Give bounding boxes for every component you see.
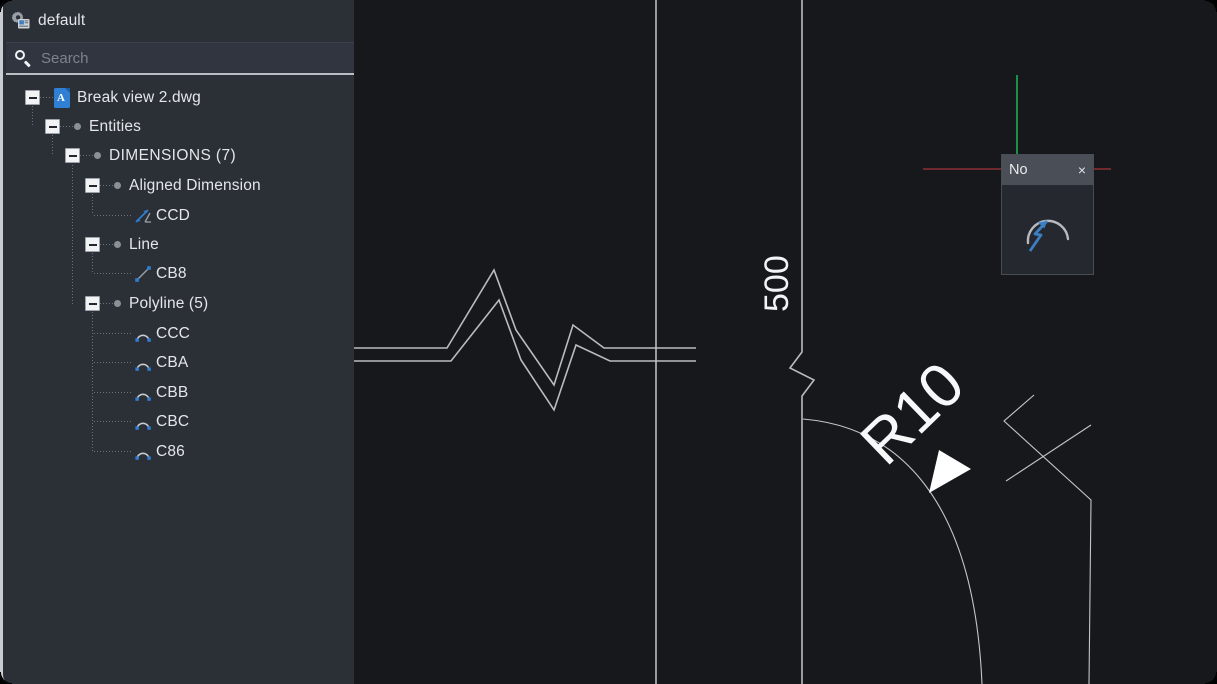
search-bar[interactable] <box>6 42 354 75</box>
tree-item-label: CBA <box>156 353 189 371</box>
tree-connector <box>94 333 132 334</box>
window-corner-tl <box>0 0 12 12</box>
cad-application-window: default A Break view 2.dwg <box>0 0 1217 684</box>
tree-item-break-view-2-dwg[interactable]: A Break view 2.dwg <box>25 83 201 112</box>
tree-connector <box>94 215 132 216</box>
collapse-toggle-icon[interactable] <box>25 90 40 105</box>
tree-item-label: Entities <box>89 117 142 135</box>
break-line-tool-icon[interactable] <box>1020 203 1076 257</box>
line-entity-icon <box>132 263 154 285</box>
tree-connector <box>100 244 114 245</box>
tree-node-dot-icon <box>114 241 121 248</box>
tree-node-dot-icon <box>94 152 101 159</box>
tree-node-dot-icon <box>74 123 81 130</box>
break-tool-panel[interactable]: No × <box>1001 154 1094 275</box>
collapse-toggle-icon[interactable] <box>85 178 100 193</box>
tree-item-cbc[interactable]: CBC <box>94 407 189 436</box>
leader-zigzag <box>1003 394 1092 684</box>
tree-connector <box>40 97 54 98</box>
tree-connector <box>94 451 132 452</box>
entities-sidebar-panel: default A Break view 2.dwg <box>0 0 354 684</box>
panel-title: default <box>38 12 86 29</box>
polyline-entity-icon <box>132 323 154 345</box>
tree-connector <box>100 303 114 304</box>
vertical-break-symbol <box>788 338 816 418</box>
break-tool-panel-titlebar[interactable]: No × <box>1002 155 1093 185</box>
tree-item-label: CCD <box>156 206 191 224</box>
tree-node-dot-icon <box>114 300 121 307</box>
collapse-toggle-icon[interactable] <box>85 296 100 311</box>
horizontal-break-lower <box>354 298 696 412</box>
tree-item-cba[interactable]: CBA <box>94 348 188 377</box>
window-corner-tr <box>1205 0 1217 12</box>
tree-item-aligned-dimension[interactable]: Aligned Dimension <box>85 171 261 200</box>
vertical-dimension-500-text: 500 <box>758 255 796 312</box>
search-input[interactable] <box>39 45 333 71</box>
tree-connector <box>60 126 74 127</box>
radius-dimension-r10-text: R10 <box>848 349 978 478</box>
break-tool-panel-title: No <box>1009 162 1028 178</box>
tree-connector <box>94 421 132 422</box>
settings-drawing-icon <box>11 11 31 31</box>
aligned-dimension-icon <box>132 205 154 227</box>
tree-node-dot-icon <box>114 182 121 189</box>
collapse-toggle-icon[interactable] <box>85 237 100 252</box>
collapse-toggle-icon[interactable] <box>45 119 60 134</box>
horizontal-break-upper <box>354 268 696 387</box>
tree-rail <box>72 156 73 304</box>
tree-connector <box>100 185 114 186</box>
entities-tree[interactable]: A Break view 2.dwg Entities DIMENSIONS (… <box>6 79 354 676</box>
panel-header: default <box>3 0 354 42</box>
tree-item-cbb[interactable]: CBB <box>94 378 188 407</box>
close-icon[interactable]: × <box>1077 163 1087 177</box>
tree-item-polyline[interactable]: Polyline (5) <box>85 289 208 318</box>
tree-item-label: CCC <box>156 324 191 342</box>
window-corner-bl <box>0 672 12 684</box>
tree-item-entities[interactable]: Entities <box>45 112 141 141</box>
radius-leader-arrowhead <box>929 450 971 493</box>
window-corner-br <box>1205 672 1217 684</box>
tree-connector <box>94 392 132 393</box>
tree-item-label: CB8 <box>156 264 187 282</box>
polyline-entity-icon <box>132 441 154 463</box>
tree-item-line[interactable]: Line <box>85 230 159 259</box>
leader-line-right <box>1005 424 1092 482</box>
tree-item-ccd[interactable]: CCD <box>94 201 190 230</box>
tree-item-label: Break view 2.dwg <box>77 88 201 106</box>
tree-item-label: Aligned Dimension <box>129 176 261 194</box>
tree-item-label: DIMENSIONS (7) <box>109 146 237 164</box>
tree-connector <box>94 273 132 274</box>
break-tool-panel-body <box>1002 185 1093 274</box>
tree-connector <box>94 362 132 363</box>
collapse-toggle-icon[interactable] <box>65 148 80 163</box>
tree-item-cb8[interactable]: CB8 <box>94 259 187 288</box>
dwg-file-icon: A <box>54 87 70 108</box>
polyline-entity-icon <box>132 352 154 374</box>
tree-rail <box>92 303 93 451</box>
tree-item-c86[interactable]: C86 <box>94 437 185 466</box>
tree-item-ccc[interactable]: CCC <box>94 319 190 348</box>
tree-item-label: CBC <box>156 412 190 430</box>
polyline-entity-icon <box>132 382 154 404</box>
tree-item-label: CBB <box>156 383 189 401</box>
search-icon <box>15 50 31 68</box>
tree-item-label: Polyline (5) <box>129 294 209 312</box>
polyline-entity-icon <box>132 411 154 433</box>
tree-connector <box>80 155 94 156</box>
tree-item-dimensions[interactable]: DIMENSIONS (7) <box>65 141 236 170</box>
drawing-canvas[interactable]: 500 R10 No × <box>354 0 1217 684</box>
tree-item-label: Line <box>129 235 159 253</box>
tree-item-label: C86 <box>156 442 185 460</box>
